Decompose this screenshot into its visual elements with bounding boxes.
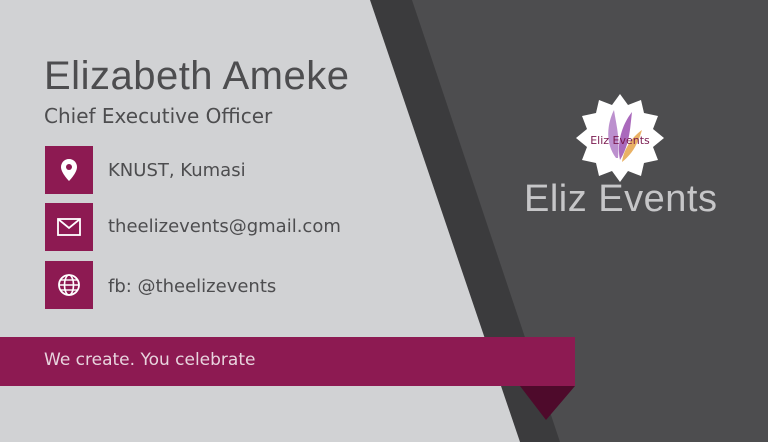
location-pin-icon (45, 146, 93, 194)
contact-location: KNUST, Kumasi (108, 160, 246, 181)
envelope-icon (45, 203, 93, 251)
contact-email[interactable]: theelizevents@gmail.com (108, 216, 341, 237)
tagline: We create. You celebrate (44, 350, 256, 370)
contact-facebook[interactable]: fb: @theelizevents (108, 276, 276, 297)
business-card: Elizabeth Ameke Chief Executive Officer … (0, 0, 768, 442)
brand-name: Eliz Events (524, 178, 718, 220)
globe-icon (45, 261, 93, 309)
logo-text: Eliz Events (590, 134, 650, 147)
brand-logo: Eliz Events (576, 94, 664, 182)
person-title: Chief Executive Officer (44, 104, 273, 128)
person-name: Elizabeth Ameke (44, 54, 350, 98)
